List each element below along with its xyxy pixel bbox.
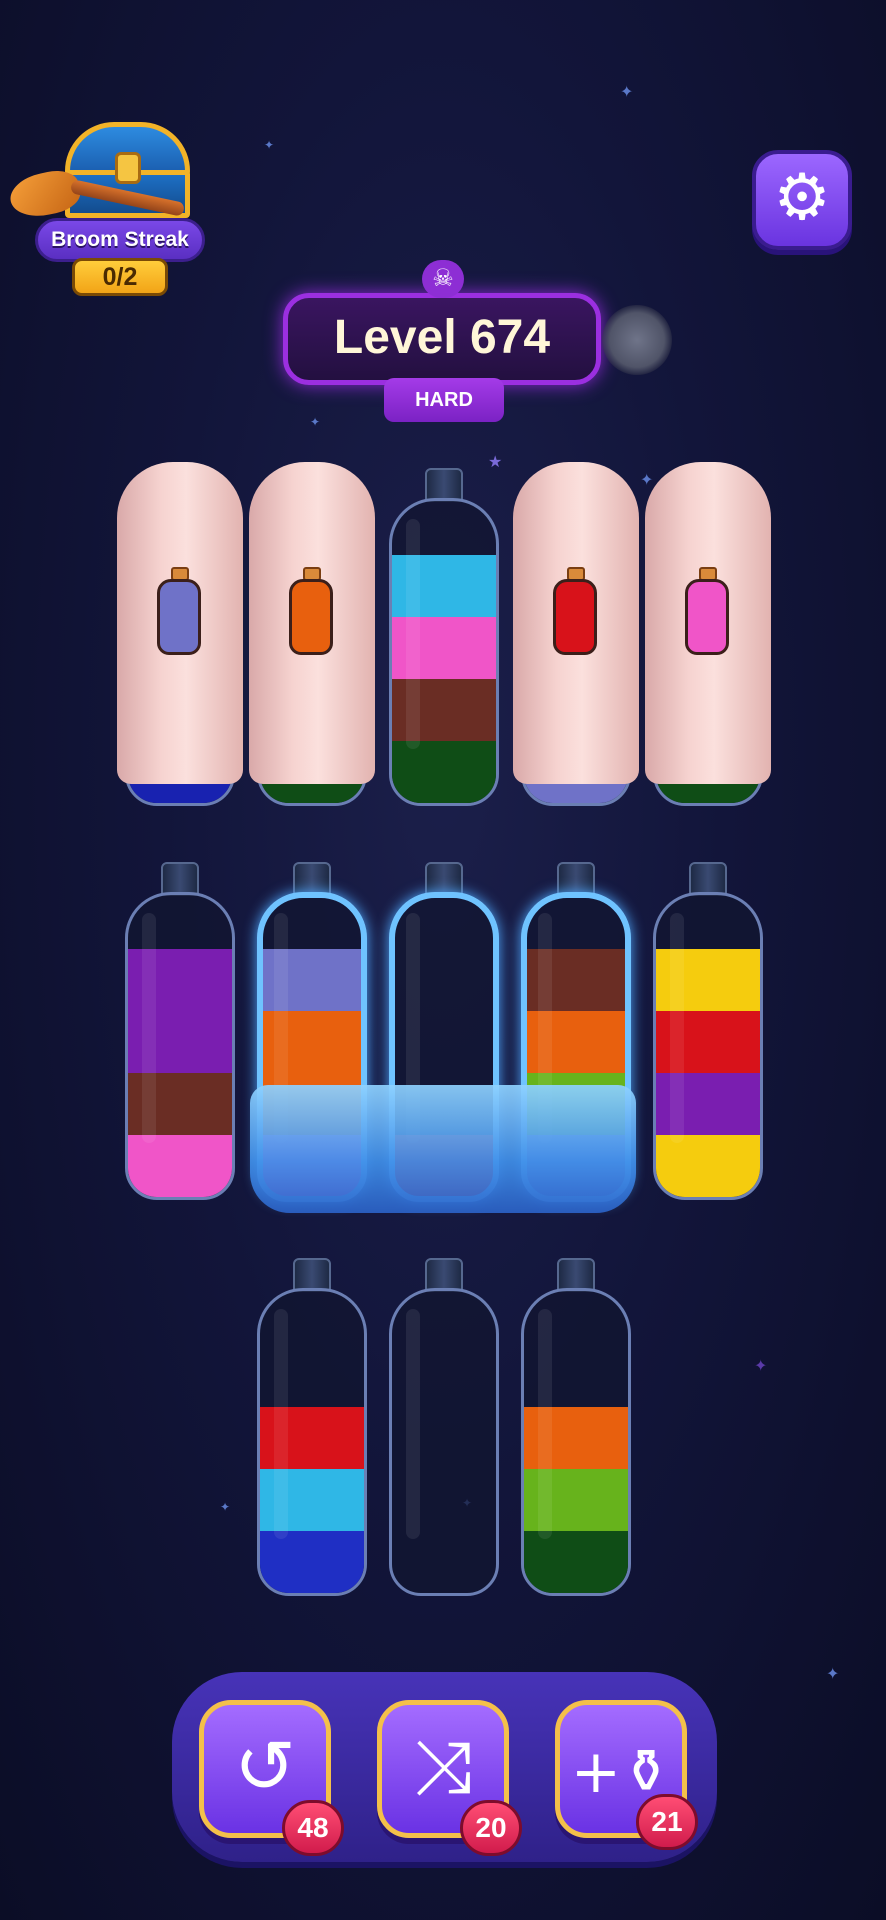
liquid-layer xyxy=(524,1407,628,1469)
bottle-glass xyxy=(653,892,763,1200)
broom-streak-widget[interactable]: Broom Streak 0/2 xyxy=(6,118,210,298)
bottle-neck xyxy=(293,1258,331,1292)
level-title: Level 674 xyxy=(283,293,601,385)
bottle-neck xyxy=(557,1258,595,1292)
add-bottle-count-badge: 21 xyxy=(636,1794,698,1850)
star-decoration: ✦ xyxy=(826,1664,840,1683)
liquid-layer xyxy=(656,949,760,1011)
star-decoration: ✦ xyxy=(310,415,321,429)
liquid-layer xyxy=(128,1135,232,1197)
cloth-cover xyxy=(249,462,375,784)
covered-bottle[interactable] xyxy=(645,462,771,806)
liquid-stack xyxy=(656,949,760,1197)
liquid-layer xyxy=(392,741,496,803)
liquid-layer xyxy=(656,1135,760,1197)
star-decoration: ✦ xyxy=(620,82,634,101)
bottle-neck xyxy=(557,862,595,896)
liquid-stack xyxy=(260,1407,364,1593)
star-decoration: ✦ xyxy=(220,1500,231,1514)
liquid-layer xyxy=(128,949,232,1011)
skull-icon: ☠ xyxy=(422,260,464,298)
liquid-layer xyxy=(392,555,496,617)
liquid-stack xyxy=(128,949,232,1197)
cloth-cover xyxy=(645,462,771,784)
broom-icon xyxy=(6,166,186,222)
liquid-layer xyxy=(260,1469,364,1531)
undo-count-badge: 48 xyxy=(282,1800,344,1856)
star-decoration: ✦ xyxy=(640,470,654,489)
gear-icon: ⚙ xyxy=(773,161,831,235)
liquid-stack xyxy=(392,555,496,803)
bottle-neck xyxy=(161,862,199,896)
bottle[interactable] xyxy=(125,862,235,1200)
shuffle-icon: ⤨ xyxy=(413,1724,473,1810)
bottle-neck xyxy=(425,1258,463,1292)
liquid-layer xyxy=(524,1531,628,1593)
star-decoration: ✦ xyxy=(754,1356,768,1375)
broom-streak-label: Broom Streak xyxy=(35,218,205,262)
covered-bottle[interactable] xyxy=(249,462,375,806)
undo-icon: ↺ xyxy=(233,1724,296,1810)
bottle[interactable] xyxy=(521,1258,631,1596)
potion-hint-icon xyxy=(155,567,203,657)
liquid-layer xyxy=(260,1407,364,1469)
bottle-glass xyxy=(257,1288,367,1596)
bottle[interactable] xyxy=(389,468,499,806)
bottle-glass xyxy=(125,892,235,1200)
liquid-layer xyxy=(656,1011,760,1073)
liquid-layer xyxy=(128,1011,232,1073)
settings-button[interactable]: ⚙ xyxy=(752,150,852,250)
bottle[interactable] xyxy=(653,862,763,1200)
broom-streak-count: 0/2 xyxy=(72,258,168,296)
cloth-cover xyxy=(117,462,243,784)
bottle[interactable] xyxy=(389,1258,499,1596)
liquid-layer xyxy=(260,1531,364,1593)
bottle-neck xyxy=(425,862,463,896)
covered-bottle[interactable] xyxy=(117,462,243,806)
potion-hint-icon xyxy=(683,567,731,657)
ice-block xyxy=(250,1085,636,1213)
star-decoration: ✦ xyxy=(264,138,275,152)
bottle[interactable] xyxy=(257,1258,367,1596)
potion-hint-icon xyxy=(551,567,599,657)
bottle-glass xyxy=(521,1288,631,1596)
potion-hint-icon xyxy=(287,567,335,657)
bottle-neck xyxy=(689,862,727,896)
bottle-neck xyxy=(293,862,331,896)
liquid-layer xyxy=(524,1469,628,1531)
liquid-layer xyxy=(392,617,496,679)
liquid-stack xyxy=(524,1407,628,1593)
difficulty-badge: HARD xyxy=(384,378,504,422)
bottle-glass xyxy=(389,1288,499,1596)
covered-bottle[interactable] xyxy=(513,462,639,806)
liquid-layer xyxy=(392,679,496,741)
shuffle-count-badge: 20 xyxy=(460,1800,522,1856)
liquid-layer xyxy=(656,1073,760,1135)
liquid-layer xyxy=(128,1073,232,1135)
bottle-neck xyxy=(425,468,463,502)
cloth-cover xyxy=(513,462,639,784)
bottle-glass xyxy=(389,498,499,806)
touch-indicator xyxy=(602,305,672,375)
